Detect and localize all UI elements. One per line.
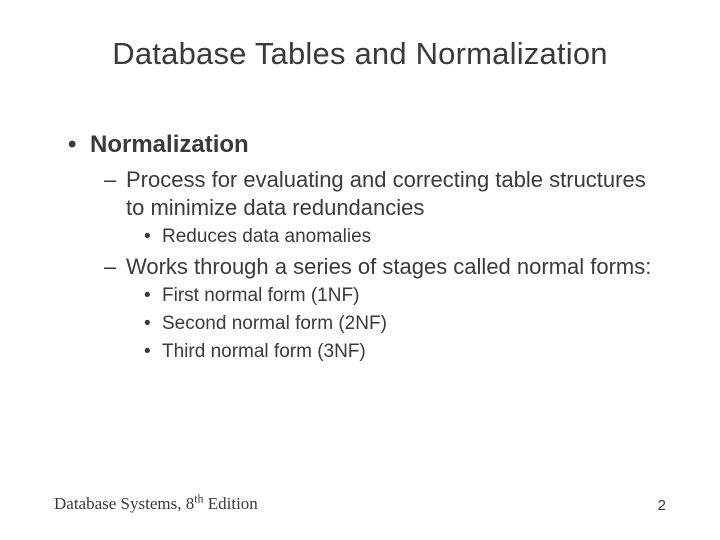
bullet-level3: Reduces data anomalies xyxy=(68,225,660,249)
bullet-level3: Second normal form (2NF) xyxy=(68,312,660,336)
footer-book-suffix: Edition xyxy=(203,494,257,513)
footer-book: Database Systems, 8th Edition xyxy=(54,494,258,513)
page-number: 2 xyxy=(658,497,666,514)
slide-title: Database Tables and Normalization xyxy=(0,36,720,72)
bullet-level3: Third normal form (3NF) xyxy=(68,340,660,364)
slide-body: Normalization Process for evaluating and… xyxy=(68,130,660,368)
bullet-level1: Normalization xyxy=(68,130,660,160)
slide-footer: Database Systems, 8th Edition 2 xyxy=(54,491,666,514)
slide: Database Tables and Normalization Normal… xyxy=(0,0,720,540)
bullet-level3: First normal form (1NF) xyxy=(68,284,660,308)
footer-book-prefix: Database Systems, 8 xyxy=(54,494,194,513)
bullet-level2: Process for evaluating and correcting ta… xyxy=(68,166,660,221)
bullet-level2: Works through a series of stages called … xyxy=(68,253,660,281)
